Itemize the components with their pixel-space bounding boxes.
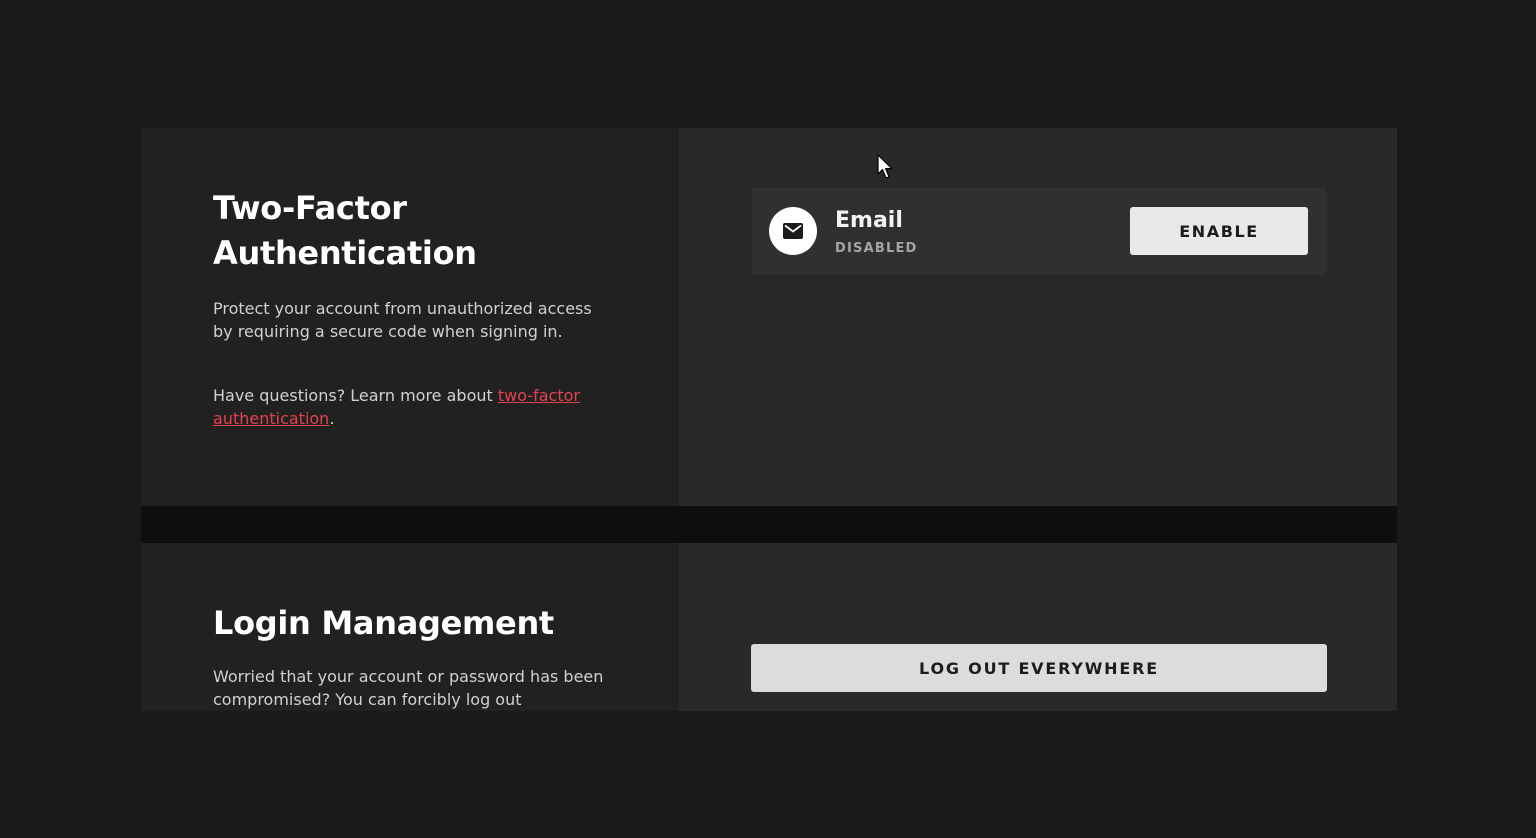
two-factor-title: Two-Factor Authentication (213, 189, 477, 272)
two-factor-questions-text: Have questions? Learn more about two-fac… (213, 384, 613, 430)
login-management-description: Worried that your account or password ha… (213, 667, 604, 709)
method-status-badge: DISABLED (835, 241, 918, 256)
mouse-cursor-icon (877, 154, 893, 179)
login-management-info-panel: Login Management Worried that your accou… (141, 543, 679, 711)
login-management-section: Login Management Worried that your accou… (141, 543, 1397, 711)
mail-icon (769, 207, 817, 255)
settings-page: Two-Factor Authentication Protect your a… (0, 0, 1536, 838)
section-divider (141, 506, 1397, 543)
method-name: Email (835, 208, 903, 233)
log-out-everywhere-button[interactable]: LOG OUT EVERYWHERE (751, 644, 1327, 692)
two-factor-section: Two-Factor Authentication Protect your a… (141, 128, 1397, 506)
two-factor-info-panel: Two-Factor Authentication Protect your a… (141, 128, 679, 506)
two-factor-methods-panel: Email DISABLED ENABLE (679, 128, 1397, 506)
login-management-actions-panel: LOG OUT EVERYWHERE (679, 543, 1397, 711)
enable-email-button[interactable]: ENABLE (1130, 207, 1308, 255)
login-management-title: Login Management (213, 604, 554, 642)
two-factor-description: Protect your account from unauthorized a… (213, 299, 592, 341)
questions-suffix: . (329, 409, 335, 428)
email-method-row: Email DISABLED ENABLE (752, 188, 1326, 275)
questions-prefix: Have questions? Learn more about (213, 386, 498, 405)
